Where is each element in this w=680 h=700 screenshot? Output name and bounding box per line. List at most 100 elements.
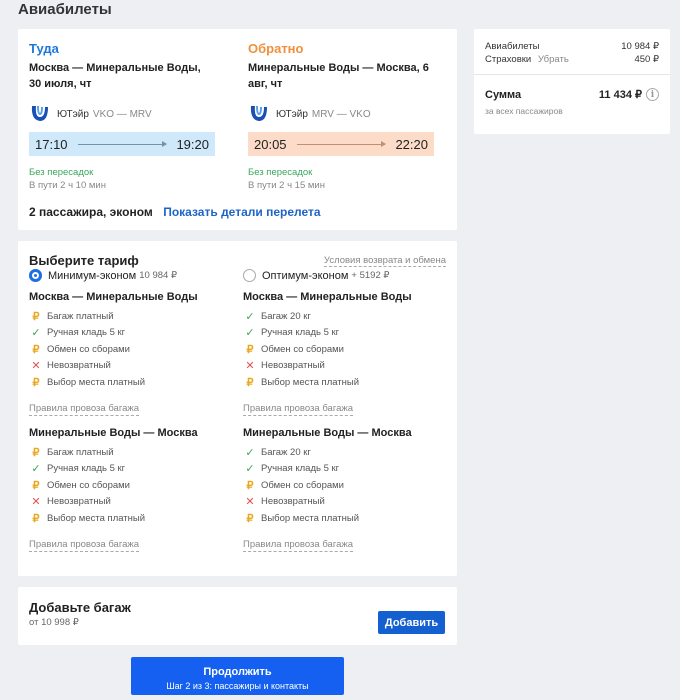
continue-label: Продолжить [203,666,272,678]
tariff-option-price: 10 984 ₽ [139,270,177,281]
summary-insurance-row: Страховки Убрать 450 ₽ [485,53,659,66]
summary-tickets-value: 10 984 ₽ [621,41,659,52]
outbound-route: Москва — Минеральные Воды, 30 июля, чт [29,62,201,90]
baggage-rules-link[interactable]: Правила провоза багажа [243,539,354,552]
tariff-feature-text: Обмен со сборами [261,343,344,355]
cross-icon: ✕ [245,496,255,509]
return-time-bar: 20:05 22:20 [248,132,434,156]
tariff-feature-text: Обмен со сборами [47,479,130,491]
check-icon: ✓ [245,463,255,476]
outbound-arrive-time: 19:20 [176,136,209,152]
summary-divider [474,74,670,75]
summary-insurance-label: Страховки [485,54,532,65]
tariff-feature-text: Невозвратный [261,496,325,508]
tariff-feature-text: Невозвратный [47,496,111,508]
tariff-feature-text: Невозвратный [47,360,111,372]
remove-insurance-link[interactable]: Убрать [538,54,569,65]
utair-logo-icon [250,106,267,121]
cross-icon: ✕ [245,360,255,373]
tariff-option-0[interactable]: Минимум-эконом 10 984 ₽ [29,269,177,282]
tariff-feature-row: ₽ Выбор места платный [243,510,360,527]
tariff-feature-row: ✓ Ручная кладь 5 кг [243,325,339,342]
cross-icon: ✕ [31,360,41,373]
passengers-summary: 2 пассажира, эконом [29,205,153,219]
tariff-feature-text: Багаж платный [47,446,114,458]
tariff-segment-route: Минеральные Воды — Москва [243,427,412,439]
summary-tickets-row: Авиабилеты 10 984 ₽ [485,40,659,53]
page-title: Авиабилеты [18,1,112,18]
tariff-title: Выберите тариф [29,253,139,268]
coin-icon: ₽ [32,376,40,389]
coin-icon: ₽ [246,376,254,389]
check-icon: ✓ [245,446,255,459]
tariff-radio[interactable] [29,269,42,282]
coin-icon: ₽ [246,343,254,356]
return-route: Минеральные Воды — Москва, 6 авг, чт [248,62,429,90]
flights-card: Туда Москва — Минеральные Воды, 30 июля,… [18,29,457,230]
tariff-feature-row: ₽ Обмен со сборами [243,477,344,494]
tariff-option-1[interactable]: Оптимум-эконом + 5192 ₽ [243,269,389,282]
return-airline-row: ЮТэйр MRV — VKO [248,103,371,125]
baggage-rules-link[interactable]: Правила провоза багажа [243,403,354,416]
tariff-segment-route: Минеральные Воды — Москва [29,427,198,439]
outbound-airport-codes: VKO — MRV [92,108,152,120]
tariff-feature-text: Ручная кладь 5 кг [261,463,340,475]
outbound-depart-time: 17:10 [35,136,68,152]
info-icon[interactable]: i [646,88,659,101]
tariff-feature-row: ₽ Выбор места платный [243,374,360,391]
tariff-feature-row: ✕ Невозвратный [243,494,325,511]
tariff-feature-row: ✓ Ручная кладь 5 кг [29,325,125,342]
check-icon: ✓ [31,463,41,476]
tariff-feature-text: Ручная кладь 5 кг [47,327,126,339]
summary-insurance-value: 450 ₽ [634,54,659,65]
outbound-transfers: Без пересадок [29,167,94,178]
return-label: Обратно [248,41,304,56]
tariff-feature-text: Багаж платный [47,310,114,322]
check-icon: ✓ [245,327,255,340]
add-baggage-button[interactable]: Добавить [378,611,445,634]
check-icon: ✓ [31,327,41,340]
tariff-feature-text: Выбор места платный [261,376,360,388]
return-duration: В пути 2 ч 15 мин [248,180,325,191]
tariff-feature-row: ✓ Багаж 20 кг [243,308,311,325]
tariff-feature-row: ₽ Обмен со сборами [29,477,130,494]
summary-total-value: 11 434 ₽ [598,89,642,101]
refund-conditions-link[interactable]: Условия возврата и обмена [323,255,446,267]
tariff-feature-text: Невозвратный [261,360,325,372]
return-arrive-time: 22:20 [395,136,428,152]
tariff-feature-row: ₽ Обмен со сборами [243,341,344,358]
coin-icon: ₽ [32,446,40,459]
tariff-feature-row: ₽ Выбор места платный [29,374,146,391]
continue-button[interactable]: Продолжить Шаг 2 из 3: пассажиры и конта… [131,657,344,695]
tariff-feature-row: ✓ Багаж 20 кг [243,444,311,461]
coin-icon: ₽ [246,512,254,525]
summary-tickets-label: Авиабилеты [485,41,540,52]
summary-card: Авиабилеты 10 984 ₽ Страховки Убрать 450… [474,29,670,134]
summary-total-label: Сумма [485,89,522,101]
utair-logo-icon [31,106,48,121]
tariff-feature-row: ₽ Багаж платный [29,444,114,461]
tariff-feature-text: Выбор места платный [47,512,146,524]
tariff-feature-text: Ручная кладь 5 кг [47,463,126,475]
coin-icon: ₽ [246,479,254,492]
show-flight-details-link[interactable]: Показать детали перелета [163,205,320,219]
tariff-option-price: + 5192 ₽ [351,270,390,281]
continue-step: Шаг 2 из 3: пассажиры и контакты [166,681,309,691]
return-airport-codes: MRV — VKO [311,108,371,120]
baggage-rules-link[interactable]: Правила провоза багажа [29,539,140,552]
summary-total-sub: за всех пассажиров [485,106,563,116]
tariff-segment-route: Москва — Минеральные Воды [29,291,198,303]
tariff-feature-text: Багаж 20 кг [261,446,311,458]
tariff-radio[interactable] [243,269,256,282]
tariff-feature-text: Выбор места платный [47,376,146,388]
tariff-option-name: Оптимум-эконом [262,269,349,282]
tariff-feature-text: Выбор места платный [261,512,360,524]
outbound-time-bar: 17:10 19:20 [29,132,215,156]
outbound-duration: В пути 2 ч 10 мин [29,180,106,191]
tariff-feature-row: ✕ Невозвратный [29,494,111,511]
passengers-row: 2 пассажира, эконом Показать детали пере… [29,203,321,221]
tariff-feature-text: Багаж 20 кг [261,310,311,322]
coin-icon: ₽ [32,479,40,492]
baggage-rules-link[interactable]: Правила провоза багажа [29,403,140,416]
cross-icon: ✕ [31,496,41,509]
